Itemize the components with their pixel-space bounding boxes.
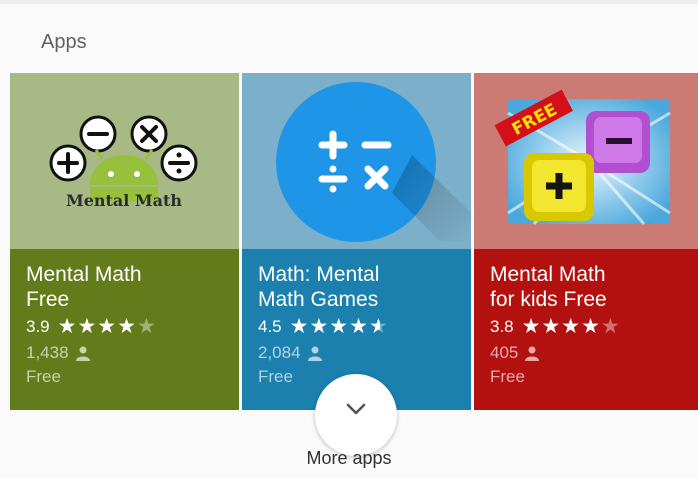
app-name-line1: Mental Math: [490, 263, 606, 286]
rating-value: 3.8: [490, 317, 514, 336]
star-half-icon: ★: [368, 315, 389, 338]
app-info: Mental Math for kids Free 3.8 ★ ★ ★ ★ ★ 405 …: [474, 249, 698, 410]
install-count: 2,084: [258, 343, 471, 363]
star-icon: ★: [289, 315, 310, 338]
app-rating: 3.8 ★ ★ ★ ★ ★: [490, 316, 698, 338]
app-name-line2: Free: [26, 288, 70, 311]
app-rating: 4.5 ★ ★ ★ ★ ★: [258, 316, 471, 338]
rating-value: 4.5: [258, 317, 282, 336]
app-name-line2: Math Games: [258, 288, 379, 311]
chevron-down-icon: [346, 403, 366, 415]
app-icon-caption: Mental Math: [66, 191, 182, 210]
rating-stars: ★ ★ ★ ★ ★: [290, 316, 389, 338]
app-card-mental-math-for-kids-free[interactable]: FREE Mental Math for kids Free 3.8 ★ ★ ★ ★ ★…: [474, 73, 698, 410]
star-icon: ★: [561, 315, 582, 338]
star-icon: ★: [521, 315, 542, 338]
rating-stars: ★ ★ ★ ★ ★: [522, 316, 621, 338]
section-title: Apps: [41, 31, 87, 53]
app-price: Free: [490, 367, 525, 386]
person-icon: [75, 346, 90, 361]
app-name-line1: Math: Mental: [258, 263, 380, 286]
app-card-math-mental-math-games[interactable]: Math: Mental Math Games 4.5 ★ ★ ★ ★ ★ 2,084 …: [242, 73, 471, 410]
install-count: 405: [490, 343, 698, 363]
app-name-line2: for kids Free: [490, 288, 607, 311]
app-price: Free: [26, 367, 61, 386]
more-apps-button[interactable]: [315, 374, 397, 456]
install-count-value: 2,084: [258, 343, 301, 362]
top-divider: [0, 0, 698, 4]
star-empty-icon: ★: [136, 315, 157, 338]
star-icon: ★: [581, 315, 601, 338]
app-name-line1: Mental Math: [26, 263, 142, 286]
install-count-value: 1,438: [26, 343, 69, 362]
app-icon-mental-math-free: Mental Math: [10, 73, 239, 249]
install-count: 1,438: [26, 343, 239, 363]
rating-value: 3.9: [26, 317, 50, 336]
rating-stars: ★ ★ ★ ★ ★: [58, 316, 157, 338]
star-icon: ★: [117, 315, 137, 338]
star-icon: ★: [309, 315, 330, 338]
person-icon: [307, 346, 322, 361]
star-icon: ★: [77, 315, 98, 338]
person-icon: [525, 346, 540, 361]
star-icon: ★: [349, 315, 369, 338]
app-name: Mental Math for kids Free: [490, 262, 698, 312]
star-icon: ★: [57, 315, 78, 338]
app-name: Mental Math Free: [26, 262, 239, 312]
app-icon-mental-math-for-kids: FREE: [474, 73, 698, 249]
more-apps-label[interactable]: More apps: [0, 448, 698, 469]
app-cards: Mental Math Mental Math Free 3.9 ★ ★ ★ ★ ★ 1…: [10, 73, 698, 410]
star-icon: ★: [541, 315, 562, 338]
app-card-mental-math-free[interactable]: Mental Math Mental Math Free 3.9 ★ ★ ★ ★ ★ 1…: [10, 73, 239, 410]
app-rating: 3.9 ★ ★ ★ ★ ★: [26, 316, 239, 338]
star-icon: ★: [329, 315, 350, 338]
app-icon-math-mental-math-games: [242, 73, 471, 249]
app-name: Math: Mental Math Games: [258, 262, 471, 312]
star-empty-icon: ★: [600, 315, 621, 338]
star-icon: ★: [97, 315, 118, 338]
install-count-value: 405: [490, 343, 519, 362]
app-info: Mental Math Free 3.9 ★ ★ ★ ★ ★ 1,438 Free: [10, 249, 239, 410]
